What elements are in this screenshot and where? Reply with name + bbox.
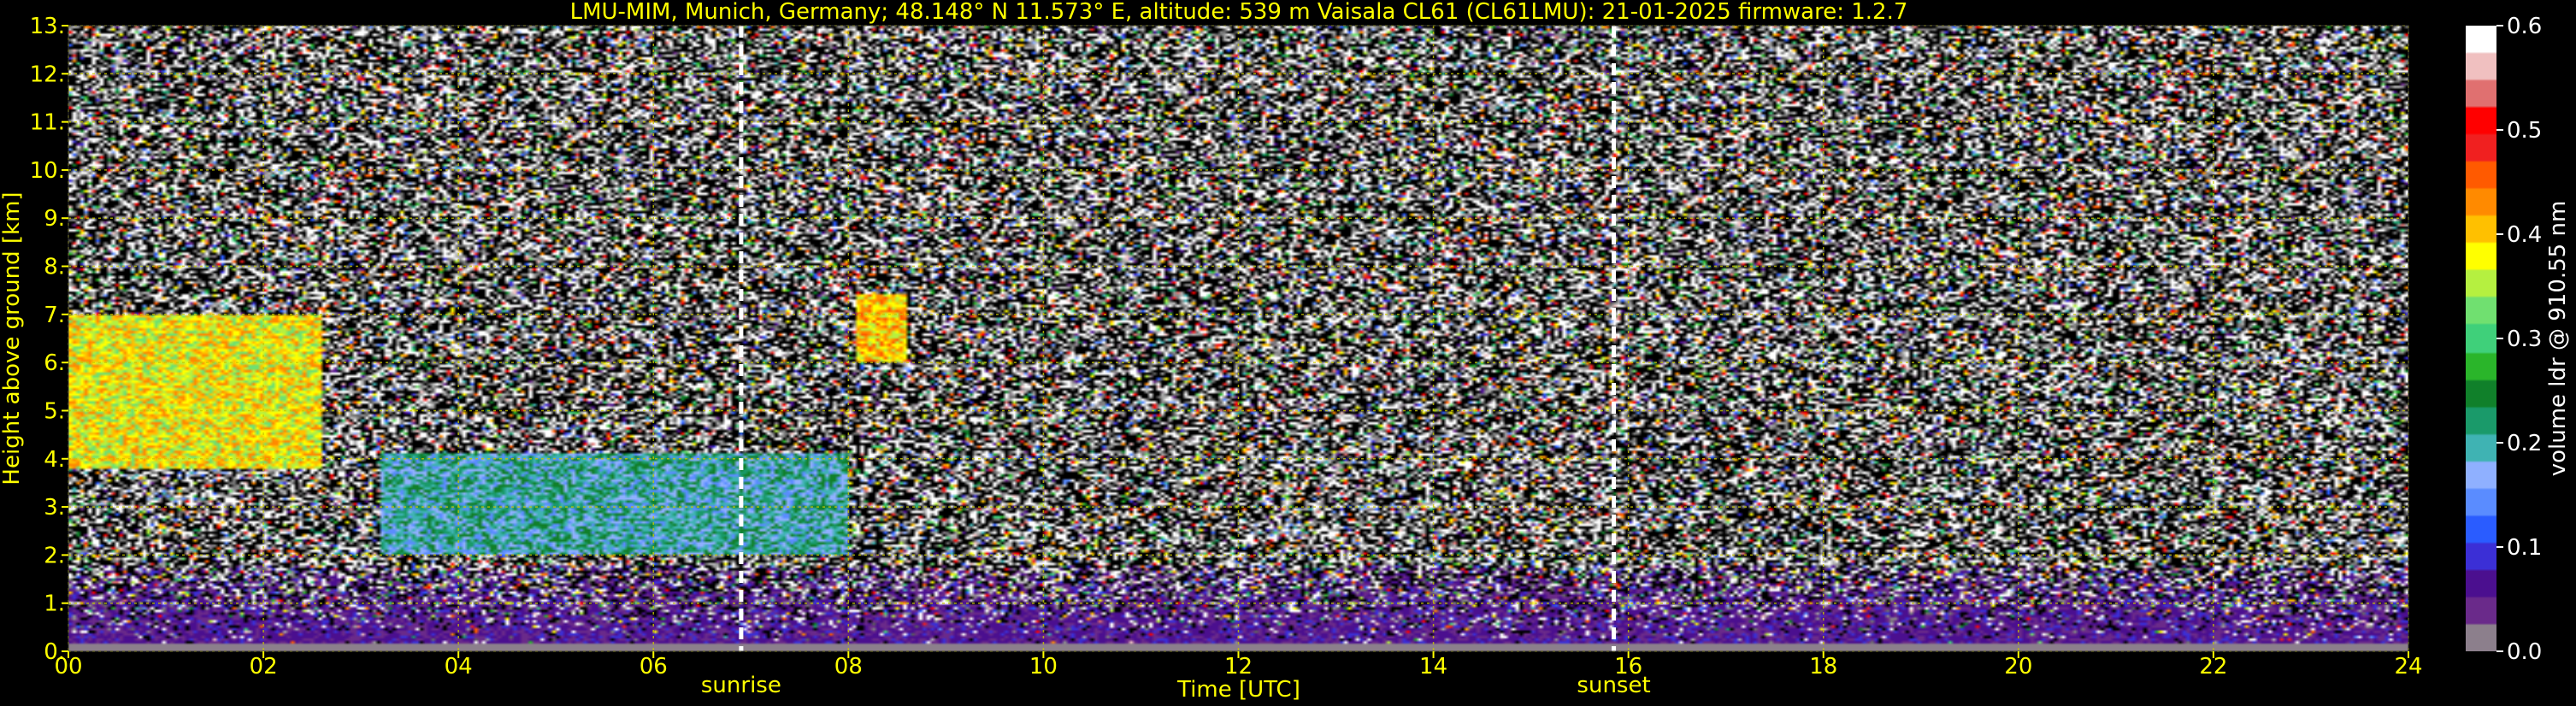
colorbar-tick-label: 0.2 [2507, 431, 2542, 456]
y-tick-label: 12. [30, 62, 65, 87]
x-tick-label: 04 [445, 654, 473, 680]
colorbar-label: volume ldr @ 910.55 nm [2545, 201, 2571, 477]
lidar-chart: LMU-MIM, Munich, Germany; 48.148° N 11.5… [0, 0, 2576, 706]
y-tick-label: 3. [44, 495, 65, 521]
x-tick-label: 14 [1419, 654, 1447, 680]
x-tick-label: 06 [640, 654, 668, 680]
x-tick-label: 10 [1029, 654, 1058, 680]
y-tick-label: 2. [44, 543, 65, 568]
y-tick-label: 1. [44, 591, 65, 617]
y-tick-label: 5. [44, 398, 65, 424]
x-tick-label: 16 [1614, 654, 1642, 680]
colorbar-tick-label: 0.0 [2507, 639, 2542, 665]
y-axis-label: Height above ground [km] [0, 191, 25, 485]
x-tick-label: 24 [2394, 654, 2422, 680]
colorbar-gradient [2466, 26, 2496, 651]
x-tick-label: 08 [834, 654, 863, 680]
y-tick-label: 13. [30, 14, 65, 39]
y-tick-label: 11. [30, 110, 65, 136]
y-tick-label: 0. [44, 639, 65, 665]
y-tick-label: 6. [44, 350, 65, 376]
colorbar-tick-label: 0.6 [2507, 14, 2542, 39]
x-axis-label: Time [UTC] [1176, 677, 1300, 703]
colorbar-tick-label: 0.4 [2507, 222, 2542, 248]
x-tick-label: 20 [2004, 654, 2032, 680]
plot-area: sunrise sunset [68, 25, 2409, 698]
x-tick-label: 18 [1809, 654, 1837, 680]
chart-title: LMU-MIM, Munich, Germany; 48.148° N 11.5… [570, 0, 1908, 25]
y-tick-label: 8. [44, 255, 65, 280]
y-tick-label: 7. [44, 303, 65, 328]
x-tick-label: 22 [2199, 654, 2227, 680]
colorbar-tick-label: 0.5 [2507, 118, 2542, 144]
x-tick-label: 12 [1224, 654, 1253, 680]
y-tick-label: 10. [30, 158, 65, 184]
x-tick-label: 02 [250, 654, 278, 680]
sunrise-label: sunrise [701, 673, 781, 698]
colorbar-tick-label: 0.1 [2507, 535, 2542, 561]
y-tick-label: 9. [44, 206, 65, 232]
y-tick-label: 4. [44, 447, 65, 473]
colorbar-tick-label: 0.3 [2507, 327, 2542, 352]
